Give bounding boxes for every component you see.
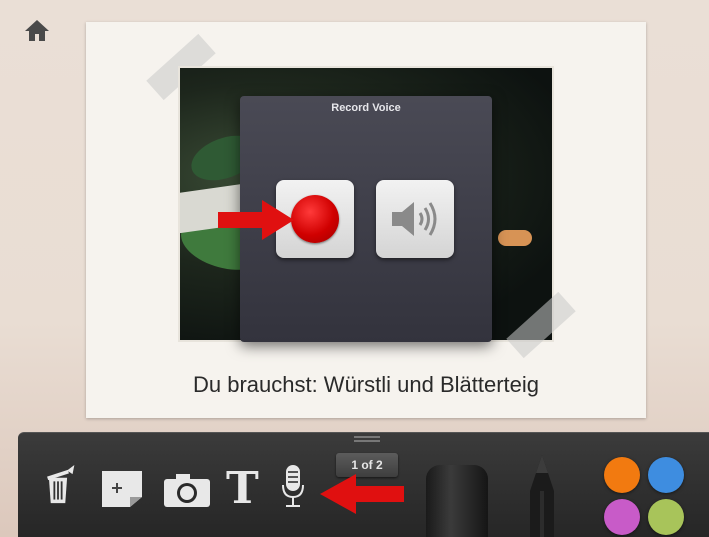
marker-icon[interactable] — [426, 465, 488, 537]
color-swatch-orange[interactable] — [604, 457, 640, 493]
record-icon — [291, 195, 339, 243]
color-swatch-blue[interactable] — [648, 457, 684, 493]
speaker-icon — [392, 202, 437, 236]
arrow-annotation-icon — [320, 474, 404, 514]
dialog-title: Record Voice — [331, 102, 401, 114]
arrow-annotation-icon — [218, 200, 294, 240]
camera-icon[interactable] — [162, 471, 212, 509]
svg-text:T: T — [226, 463, 259, 509]
photo-sausage — [498, 230, 532, 246]
microphone-icon[interactable] — [280, 463, 306, 509]
trash-icon[interactable] — [38, 465, 78, 505]
page-caption[interactable]: Du brauchst: Würstli und Blätterteig — [86, 372, 646, 398]
play-recording-button[interactable] — [376, 180, 454, 258]
text-icon[interactable]: T — [224, 463, 268, 509]
pencil-icon[interactable] — [524, 455, 560, 537]
drag-handle-icon[interactable] — [354, 435, 380, 445]
color-swatch-green[interactable] — [648, 499, 684, 535]
add-note-icon[interactable] — [100, 469, 144, 509]
home-icon[interactable] — [24, 18, 50, 42]
color-swatch-purple[interactable] — [604, 499, 640, 535]
